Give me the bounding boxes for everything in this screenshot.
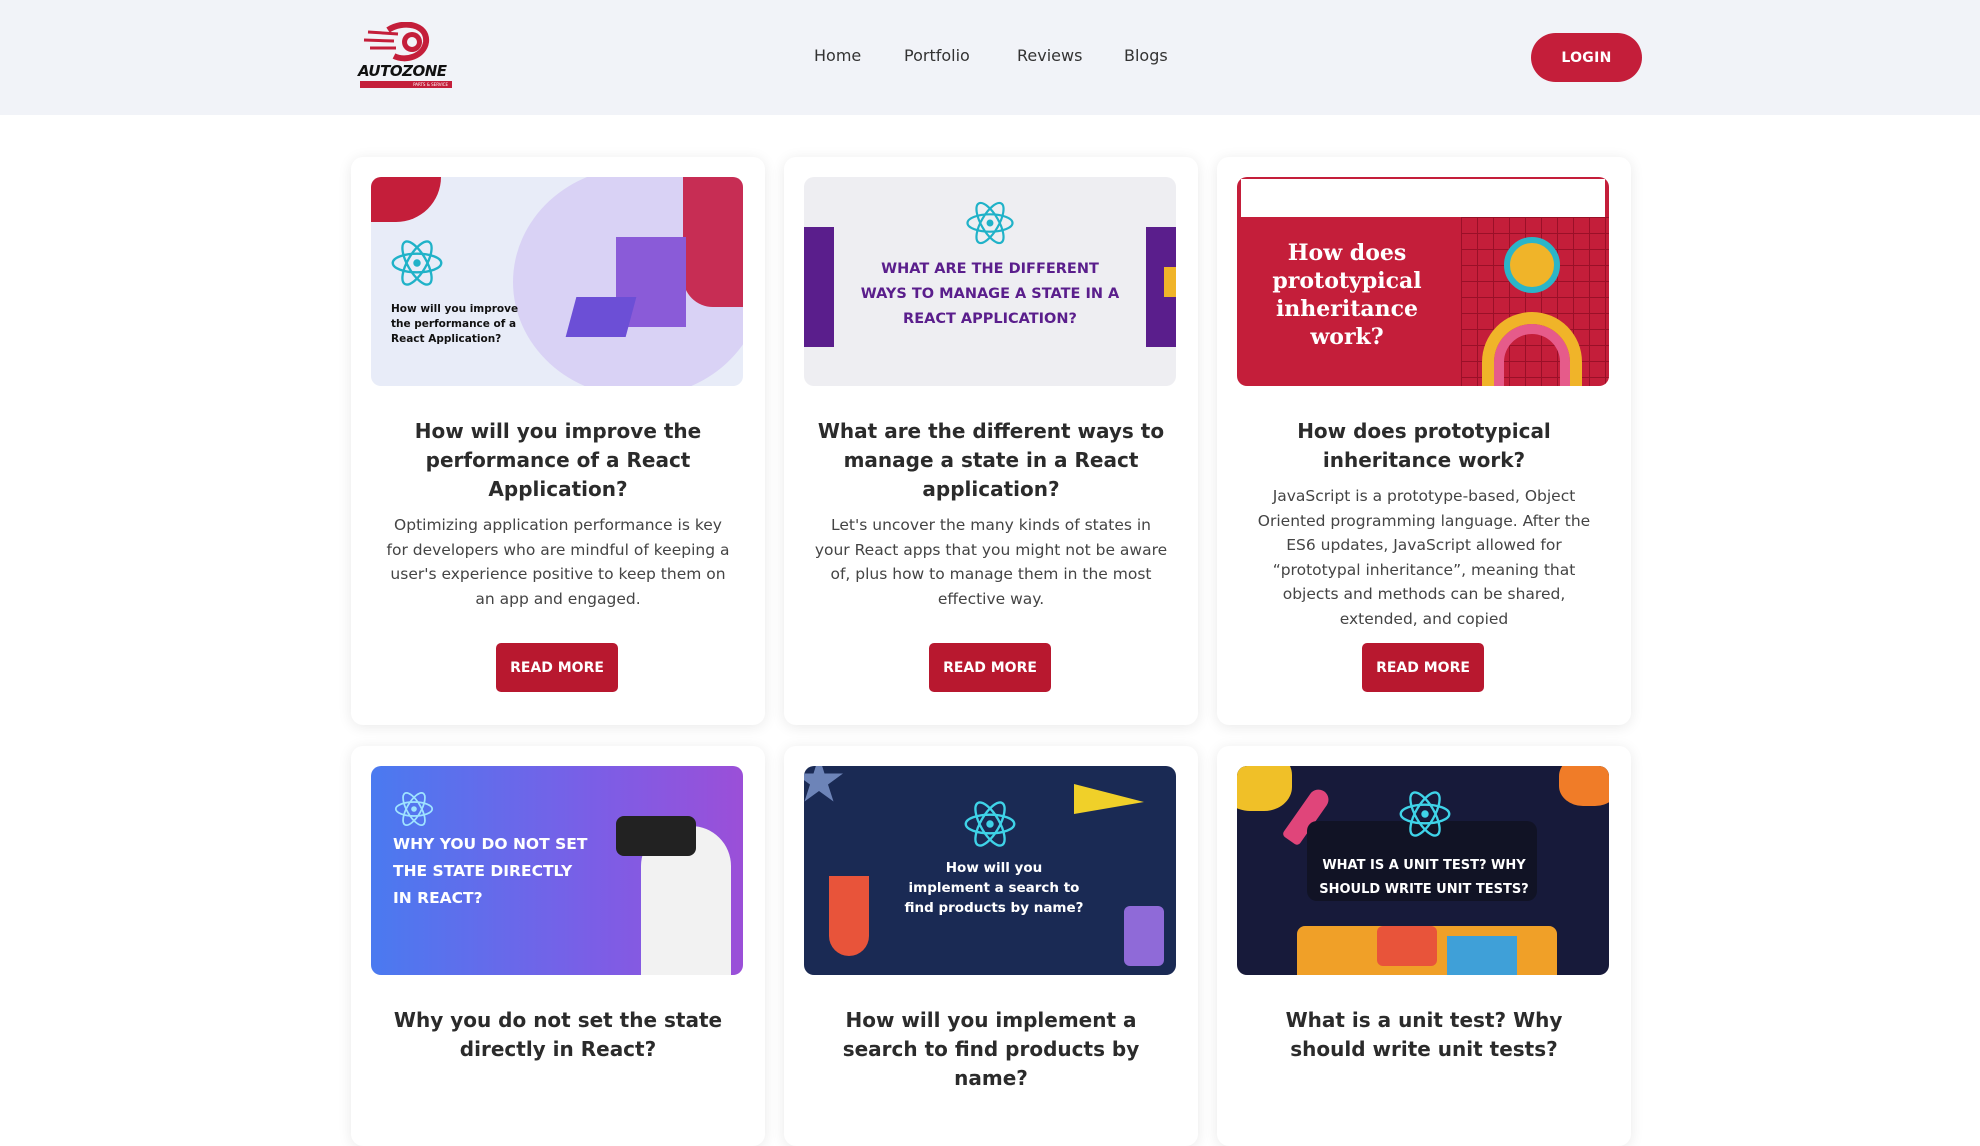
vr-headset-illustration [616,816,696,856]
read-more-button[interactable]: READ MORE [929,643,1051,692]
react-atom-icon [964,801,1016,847]
blog-card: WHY YOU DO NOT SET THE STATE DIRECTLY IN… [351,746,765,1146]
thumbnail-caption: WHAT ARE THE DIFFERENT WAYS TO MANAGE A … [860,261,1120,327]
thumbnail-caption: How will you implement a search to find … [904,860,1084,916]
card-description: Optimizing application performance is ke… [386,516,730,608]
thumbnail-caption: How will you improve the performance of … [391,303,519,345]
read-more-button[interactable]: READ MORE [496,643,618,692]
logo-mark-icon [363,21,429,62]
card-title[interactable]: How does prototypical inheritance work? [1247,417,1601,475]
card-title[interactable]: What is a unit test? Why should write un… [1247,1006,1601,1064]
card-title[interactable]: What are the different ways to manage a … [814,417,1168,504]
brand-name: AUTOZONE [358,62,447,80]
thumbnail-caption: WHY YOU DO NOT SET THE STATE DIRECTLY IN… [393,835,588,907]
login-button[interactable]: LOGIN [1531,33,1642,82]
site-header: AUTOZONE PARTS & SERVICE Home Portfolio … [0,0,1980,115]
react-atom-icon [1399,791,1451,837]
blog-card: How will you implement a search to find … [784,746,1198,1146]
card-title[interactable]: How will you improve the performance of … [381,417,735,504]
blog-thumbnail[interactable]: How will you improve the performance of … [371,177,743,386]
card-title[interactable]: Why you do not set the state directly in… [381,1006,735,1064]
blog-thumbnail[interactable]: WHAT ARE THE DIFFERENT WAYS TO MANAGE A … [804,177,1176,386]
card-description: JavaScript is a prototype-based, Object … [1257,487,1591,628]
read-more-button[interactable]: READ MORE [1362,643,1484,692]
blog-thumbnail[interactable]: WHY YOU DO NOT SET THE STATE DIRECTLY IN… [371,766,743,975]
laptop-illustration [565,297,637,337]
calculator-icon [1377,926,1437,966]
react-atom-icon [391,240,443,286]
coin-icon [1504,237,1560,293]
blog-thumbnail[interactable]: WHAT IS A UNIT TEST? WHY SHOULD WRITE UN… [1237,766,1609,975]
brand-tagline: PARTS & SERVICE [413,82,448,87]
ruler-icon [1074,784,1144,814]
nav-portfolio[interactable]: Portfolio [904,46,970,65]
brand-logo[interactable]: AUTOZONE PARTS & SERVICE [358,21,454,90]
blog-card: How will you improve the performance of … [351,157,765,725]
blob-decoration [1237,766,1292,811]
blog-thumbnail[interactable]: How does prototypical inheritance work? [1237,177,1609,386]
abacus-icon [1447,936,1517,975]
nav-home[interactable]: Home [814,46,861,65]
blog-card: WHAT IS A UNIT TEST? WHY SHOULD WRITE UN… [1217,746,1631,1146]
react-atom-icon [394,791,434,827]
nav-reviews[interactable]: Reviews [1017,46,1082,65]
brand-tagline-bar: PARTS & SERVICE [360,81,452,88]
cube-decoration [804,227,834,347]
thumbnail-caption: How does prototypical inheritance work? [1272,240,1422,350]
blog-card: How does prototypical inheritance work? … [1217,157,1631,725]
beaker-icon [1124,906,1164,966]
blog-card: WHAT ARE THE DIFFERENT WAYS TO MANAGE A … [784,157,1198,725]
card-description: Let's uncover the many kinds of states i… [814,516,1168,608]
nav-blogs[interactable]: Blogs [1124,46,1168,65]
react-atom-icon [966,201,1014,245]
star-decoration [804,766,843,802]
blog-thumbnail[interactable]: How will you implement a search to find … [804,766,1176,975]
blob-decoration [1559,766,1609,806]
flask-icon [829,876,869,956]
thumbnail-caption: WHAT IS A UNIT TEST? WHY SHOULD WRITE UN… [1319,858,1529,897]
